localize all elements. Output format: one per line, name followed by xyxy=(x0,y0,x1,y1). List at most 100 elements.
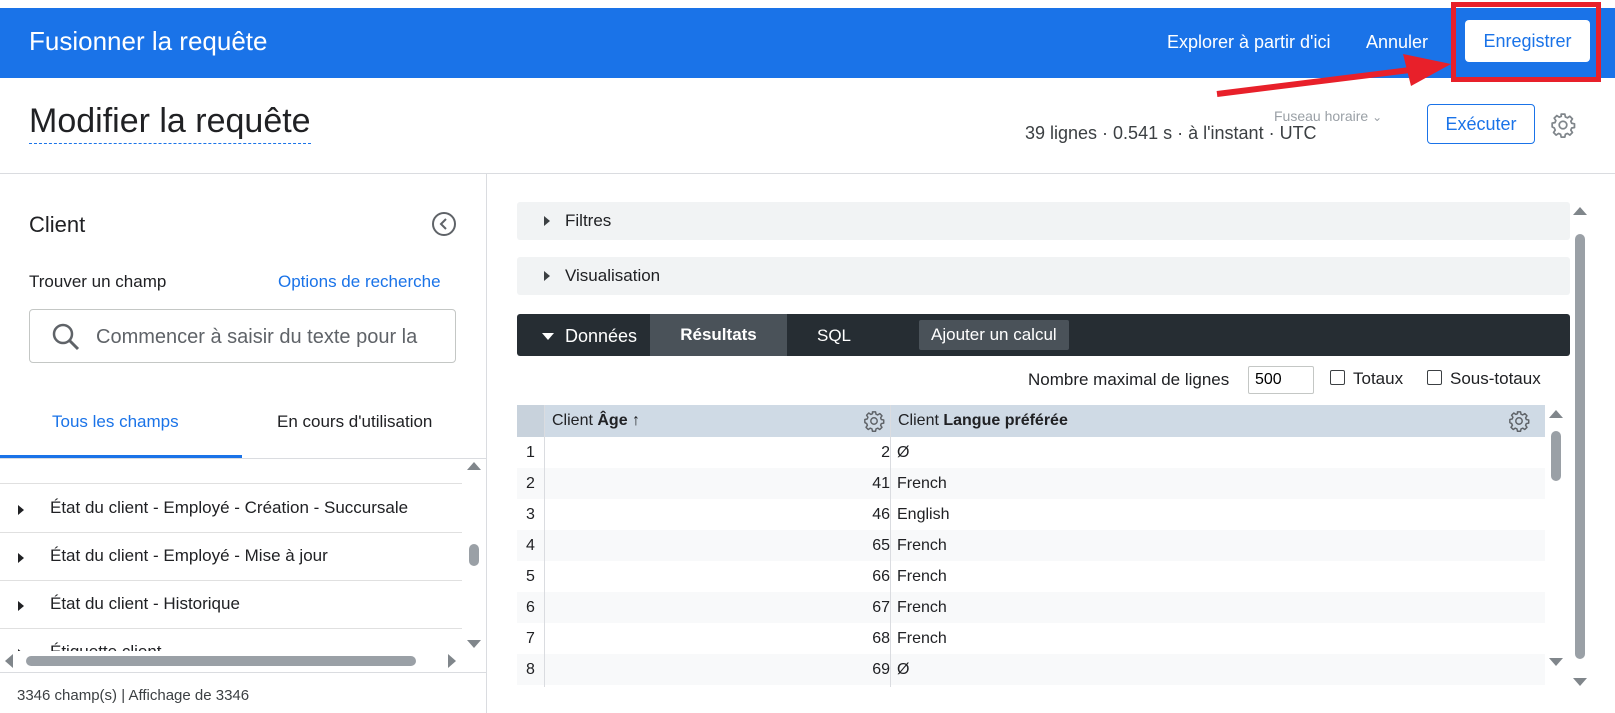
field-count: 3346 champ(s) | Affichage de 3346 xyxy=(17,687,250,704)
caret-right-icon xyxy=(544,271,550,281)
field-list-item[interactable]: État du client - Employé - Création - Su… xyxy=(0,485,462,533)
data-section-header: Données Résultats SQL Ajouter un calcul xyxy=(517,314,1570,356)
row-limit-input[interactable] xyxy=(1248,366,1314,394)
caret-right-icon xyxy=(18,553,24,563)
add-calculation-button[interactable]: Ajouter un calcul xyxy=(919,320,1069,350)
caret-right-icon xyxy=(18,505,24,515)
query-stats: 39 lignes · 0.541 s · à l'instant · UTC xyxy=(1025,123,1317,143)
language-cell: French xyxy=(897,599,947,616)
panel-divider xyxy=(486,174,487,713)
language-cell: Ø xyxy=(897,444,910,461)
row-number: 8 xyxy=(526,661,535,678)
table-header: Client Âge ↑ Client Langue préférée xyxy=(517,405,1545,437)
field-list-item[interactable]: État du client - Employé - Mise à jour xyxy=(0,533,462,581)
tab-sql[interactable]: SQL xyxy=(817,326,851,346)
age-cell: 46 xyxy=(872,506,890,523)
table-row: 2 41 French xyxy=(517,468,1545,499)
column-divider xyxy=(544,405,545,687)
row-limit-label: Nombre maximal de lignes xyxy=(1028,370,1230,389)
column-header-prefix: Client xyxy=(898,412,939,429)
row-number: 2 xyxy=(526,475,535,492)
column-header-age[interactable]: Client Âge ↑ xyxy=(545,405,890,437)
field-list-item[interactable] xyxy=(0,459,462,484)
age-cell: 65 xyxy=(872,537,890,554)
field-list-horizontal-scrollbar[interactable] xyxy=(0,651,462,671)
filters-label: Filtres xyxy=(565,211,612,230)
field-list-vertical-scrollbar[interactable] xyxy=(462,459,486,651)
explore-name: Client xyxy=(29,212,86,237)
totals-checkbox[interactable] xyxy=(1330,370,1345,385)
row-number: 6 xyxy=(526,599,535,616)
tab-in-use[interactable]: En cours d'utilisation xyxy=(277,412,432,432)
table-row: 6 67 French xyxy=(517,592,1545,623)
table-row: 5 66 French xyxy=(517,561,1545,592)
row-number: 7 xyxy=(526,630,535,647)
age-cell: 2 xyxy=(881,444,890,461)
field-list: État du client - Employé - Création - Su… xyxy=(0,459,462,651)
gear-icon[interactable] xyxy=(863,410,885,432)
timezone-dropdown[interactable]: Fuseau horaire ⌄ xyxy=(1274,108,1382,124)
language-cell: French xyxy=(897,568,947,585)
results-table: Client Âge ↑ Client Langue préférée 1 2 … xyxy=(517,405,1545,687)
page-title: Modifier la requête xyxy=(29,102,311,144)
column-header-name: Langue préférée xyxy=(943,412,1068,429)
annotation-arrow-icon xyxy=(1216,54,1451,97)
field-search-input[interactable] xyxy=(96,323,441,351)
field-list-item-label: État du client - Employé - Création - Su… xyxy=(50,498,409,517)
gear-icon[interactable] xyxy=(1508,410,1530,432)
language-cell: English xyxy=(897,506,950,523)
column-header-language[interactable]: Client Langue préférée xyxy=(891,405,1545,437)
age-cell: 41 xyxy=(872,475,890,492)
visualization-section-header[interactable]: Visualisation xyxy=(517,257,1570,295)
add-calculation-label: Ajouter un calcul xyxy=(931,325,1057,344)
row-number: 3 xyxy=(526,506,535,523)
explore-from-here-link[interactable]: Explorer à partir d'ici xyxy=(1167,32,1331,53)
age-cell: 68 xyxy=(872,630,890,647)
search-options-link[interactable]: Options de recherche xyxy=(278,272,441,292)
row-number-header xyxy=(517,405,544,437)
gear-icon[interactable] xyxy=(1550,112,1576,138)
table-vertical-scrollbar[interactable] xyxy=(1547,405,1565,687)
field-list-item-label: Étiquette client xyxy=(50,642,162,651)
field-list-item[interactable]: Étiquette client xyxy=(0,629,462,651)
language-cell: Ø xyxy=(897,661,910,678)
table-row: 3 46 English xyxy=(517,499,1545,530)
filters-section-header[interactable]: Filtres xyxy=(517,202,1570,240)
caret-right-icon xyxy=(18,601,24,611)
row-number: 4 xyxy=(526,537,535,554)
table-row: 1 2 Ø xyxy=(517,437,1545,468)
column-header-name: Âge ↑ xyxy=(597,412,641,429)
language-cell: French xyxy=(897,630,947,647)
footer-divider xyxy=(0,672,486,673)
column-header-prefix: Client xyxy=(552,412,593,429)
visualization-label: Visualisation xyxy=(565,266,661,285)
table-row: 7 68 French xyxy=(517,623,1545,654)
subtotals-checkbox[interactable] xyxy=(1427,370,1442,385)
chevron-down-icon: ⌄ xyxy=(1372,110,1383,124)
field-list-item-label: État du client - Historique xyxy=(50,594,240,613)
find-field-label: Trouver un champ xyxy=(29,272,167,291)
tab-results[interactable]: Résultats xyxy=(650,314,787,356)
age-cell: 69 xyxy=(872,661,890,678)
page-vertical-scrollbar[interactable] xyxy=(1570,204,1590,689)
header-divider xyxy=(0,173,1615,174)
subtotals-label: Sous-totaux xyxy=(1450,369,1541,388)
app-title: Fusionner la requête xyxy=(29,26,268,56)
column-divider xyxy=(890,405,891,687)
caret-right-icon xyxy=(544,216,550,226)
tab-all-fields[interactable]: Tous les champs xyxy=(52,412,179,432)
cancel-button[interactable]: Annuler xyxy=(1366,32,1428,53)
language-cell: French xyxy=(897,475,947,492)
caret-down-icon[interactable] xyxy=(542,333,554,340)
row-number: 1 xyxy=(526,444,535,461)
age-cell: 67 xyxy=(872,599,890,616)
age-cell: 66 xyxy=(872,568,890,585)
field-list-item[interactable]: État du client - Historique xyxy=(0,581,462,629)
totals-label: Totaux xyxy=(1353,369,1404,388)
collapse-panel-icon[interactable] xyxy=(431,211,457,237)
run-button[interactable]: Exécuter xyxy=(1427,104,1535,144)
table-row: 4 65 French xyxy=(517,530,1545,561)
run-button-label: Exécuter xyxy=(1445,113,1517,134)
data-section-label[interactable]: Données xyxy=(565,326,637,347)
search-icon xyxy=(52,323,80,351)
